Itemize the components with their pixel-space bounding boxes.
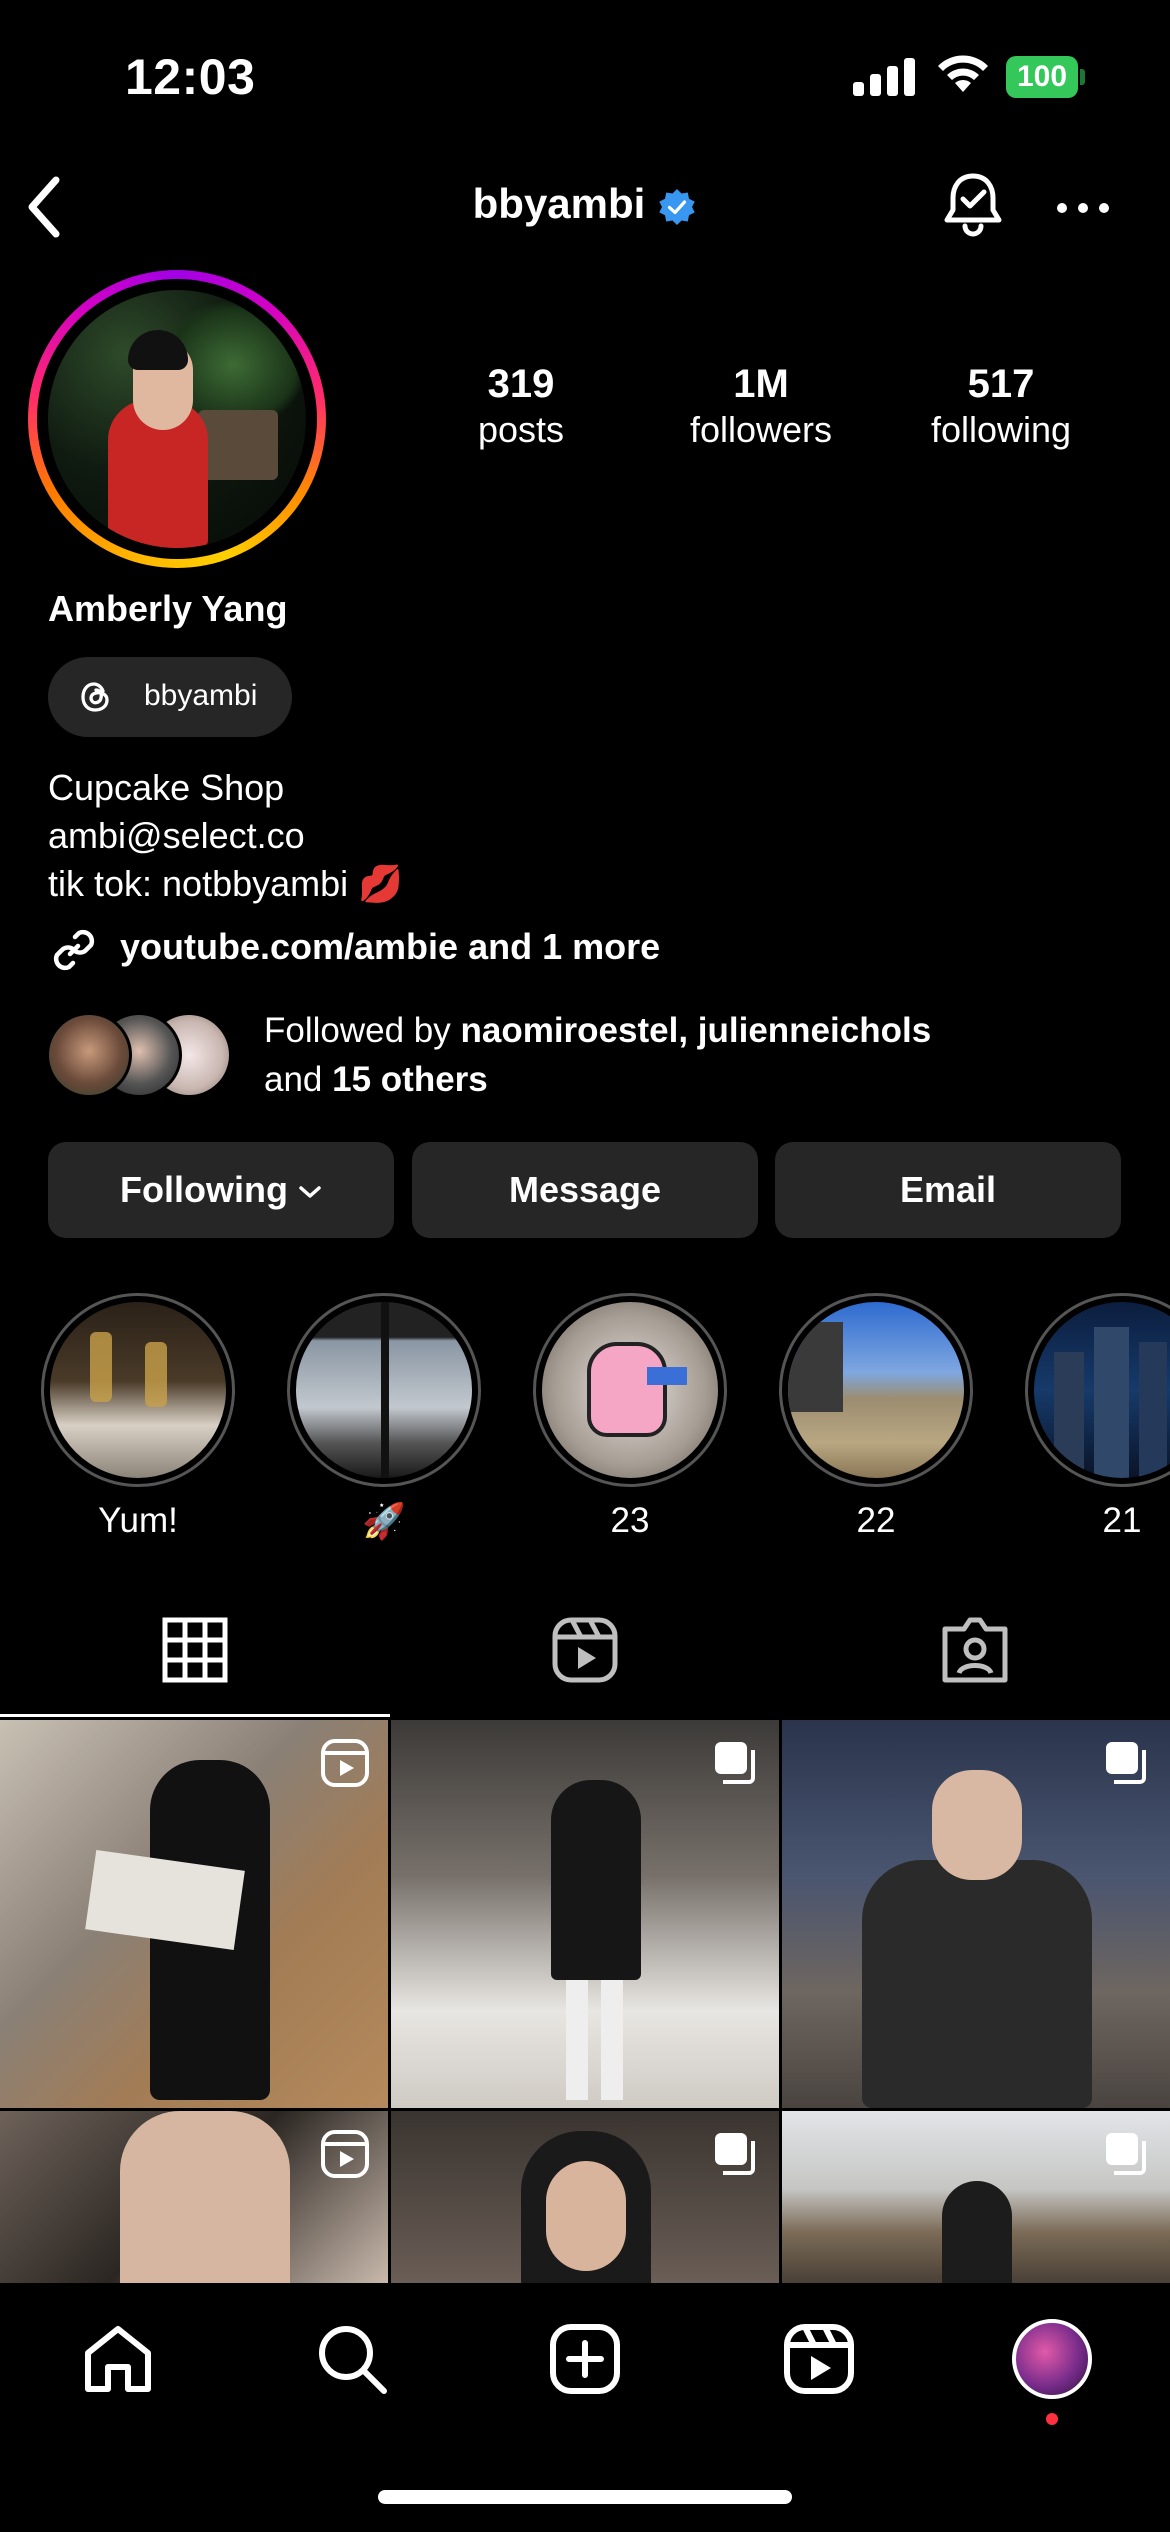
notification-bell-icon[interactable] [938,170,1008,242]
post-thumbnail[interactable] [782,2111,1170,2283]
story-highlight[interactable]: 23 [533,1293,727,1541]
followed-by-others: 15 others [332,1060,488,1099]
highlight-caption: Yum! [98,1501,178,1540]
avatar-photo [48,290,306,548]
threads-handle: bbyambi [144,679,258,712]
post-thumbnail[interactable] [391,2111,779,2283]
threads-icon [81,682,109,712]
tab-tagged-icon[interactable] [940,1615,1010,1685]
cellular-signal-icon [853,58,915,96]
highlight-cover [542,1302,718,1478]
highlight-caption: 23 [610,1501,650,1540]
more-options-icon[interactable] [1055,198,1111,218]
stat-following-value: 517 [967,362,1035,406]
followed-by-users: naomiroestel, julienneichols [460,1011,932,1050]
bio-line-1: Cupcake Shop [48,767,285,808]
email-button[interactable]: Email [775,1142,1121,1238]
battery-level: 100 [1006,56,1078,98]
carousel-badge-icon [715,2133,755,2175]
highlight-caption: 21 [1102,1501,1142,1540]
highlight-cover [296,1302,472,1478]
stat-following[interactable]: 517 following [901,362,1101,451]
stat-followers-value: 1M [733,362,789,406]
stat-posts[interactable]: 319 posts [421,362,621,451]
following-button-label: Following [120,1169,288,1210]
post-thumbnail[interactable] [0,1720,388,2108]
story-highlight[interactable]: Yum! [41,1293,235,1541]
post-thumbnail[interactable] [782,1720,1170,2108]
reel-badge-icon [321,1739,369,1787]
home-icon[interactable] [80,2321,156,2397]
link-icon [53,929,95,971]
reel-badge-icon [321,2130,369,2178]
highlight-cover [1034,1302,1170,1478]
bio-line-2[interactable]: ambi@select.co [48,812,403,860]
bio-line-3: tik tok: notbbyambi 💋 [48,863,403,904]
username: bbyambi [472,180,646,227]
highlight-caption: 22 [856,1501,896,1540]
post-thumbnail[interactable] [391,1720,779,2108]
notification-dot [1046,2413,1058,2425]
stat-posts-value: 319 [487,362,555,406]
story-highlight[interactable]: 🚀 [287,1293,481,1542]
mutual-followers-avatars[interactable] [46,1012,246,1098]
status-time: 12:03 [125,49,256,105]
verified-badge-icon [659,188,696,225]
battery-icon: 100 [1006,56,1085,98]
chevron-down-icon [299,1186,321,1199]
story-highlight[interactable]: 21 [1025,1293,1170,1541]
search-icon[interactable] [314,2321,390,2397]
carousel-badge-icon [715,1742,755,1784]
followed-by-text[interactable]: Followed by naomiroestel, julienneichols… [264,1006,931,1104]
stat-followers-label: followers [689,409,833,450]
bio: Cupcake Shop ambi@select.co tik tok: not… [48,764,403,908]
message-button[interactable]: Message [412,1142,758,1238]
profile-tab-avatar[interactable] [1012,2319,1092,2399]
threads-badge-button[interactable]: bbyambi [48,657,292,737]
highlight-cover [788,1302,964,1478]
followed-by-prefix: Followed by [264,1011,461,1050]
post-thumbnail[interactable] [0,2111,388,2283]
mutual-avatar [46,1012,132,1098]
full-name: Amberly Yang [48,588,288,629]
stat-posts-label: posts [477,409,565,450]
create-post-icon[interactable] [547,2321,623,2397]
followed-by-middle: and [264,1060,333,1099]
story-highlight[interactable]: 22 [779,1293,973,1541]
highlight-caption: 🚀 [362,1502,406,1541]
reels-icon[interactable] [781,2321,857,2397]
following-button[interactable]: Following [48,1142,394,1238]
wifi-icon [938,55,988,92]
tab-grid-icon[interactable] [160,1615,230,1685]
highlight-cover [50,1302,226,1478]
carousel-badge-icon [1106,2133,1146,2175]
active-tab-indicator [0,1714,390,1717]
stat-followers[interactable]: 1M followers [661,362,861,451]
stat-following-label: following [930,409,1072,450]
profile-link-text[interactable]: youtube.com/ambie and 1 more [120,926,660,968]
carousel-badge-icon [1106,1742,1146,1784]
home-indicator[interactable] [378,2490,792,2504]
profile-avatar[interactable] [28,270,326,568]
tab-reels-icon[interactable] [550,1615,620,1685]
